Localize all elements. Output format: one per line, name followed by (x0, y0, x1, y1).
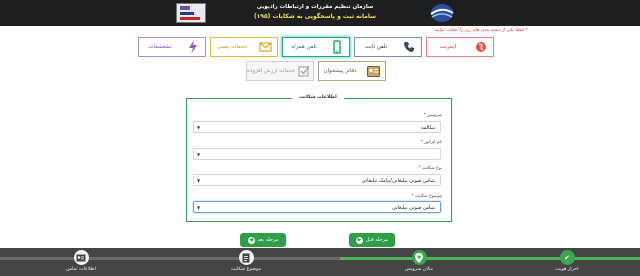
chevron-down-icon: ▼ (197, 178, 201, 183)
mail-icon (253, 38, 277, 56)
document-icon (238, 250, 254, 265)
step-contact-info-label: اطلاعات تماس (66, 267, 96, 272)
complaint-subject-select[interactable]: تماس صوتی تبلیغاتی ▼ (193, 201, 441, 213)
complaint-info-legend: اطلاعات شکایت (292, 95, 344, 100)
step-service-location-label: مکان سرویس (404, 267, 434, 272)
category-internet-label: اینترنت (439, 44, 457, 50)
chevron-down-icon: ▼ (197, 152, 201, 157)
category-postal-label: خدمات پستی (216, 44, 248, 50)
category-internet[interactable]: اینترنت (426, 37, 494, 57)
previous-step-button[interactable]: ▶ مرحله قبل (349, 233, 395, 247)
system-title: سامانه ثبت و پاسخگویی به شکایات (۱۹۵) (253, 13, 377, 20)
chevron-down-icon: ▼ (197, 205, 201, 210)
id-card-icon (361, 62, 385, 80)
arrow-left-icon: ◀ (247, 236, 255, 244)
category-offices[interactable]: دفاتر پیشخوان (318, 61, 386, 81)
check-icon: ✔ (559, 250, 575, 265)
previous-step-label: مرحله قبل (365, 237, 389, 243)
service-select[interactable]: مکالمه ▼ (193, 121, 441, 133)
category-mobile[interactable]: تلفن همراه (282, 37, 350, 57)
step-complaint-subject-label: موضوع شکایت (230, 267, 262, 272)
arrow-right-icon: ▶ (355, 236, 363, 244)
progress-steps-bar: ✔ احراز هویت مکان سرویس موضوع شکایت اطلا… (0, 248, 640, 276)
category-instruction: * لطفا یکی از دسته بندی های زیر را انتخا… (431, 28, 528, 33)
category-mobile-label: تلفن همراه (291, 44, 317, 50)
service-value: مکالمه (420, 125, 435, 131)
category-broadcast-label: تشعشعات (148, 44, 172, 50)
category-landline-label: تلفن ثابت (364, 44, 388, 50)
category-postal[interactable]: خدمات پستی (210, 37, 278, 57)
next-step-button[interactable]: ◀ مرحله بعد (240, 233, 286, 247)
category-offices-label: دفاتر پیشخوان (323, 68, 357, 74)
step-service-location: مکان سرویس (389, 250, 449, 272)
category-landline[interactable]: تلفن ثابت (354, 37, 422, 57)
complaint-type-select[interactable]: تماس صوتی تبلیغاتی/پیامک تبلیغاتی ▼ (193, 174, 441, 186)
globe-wave-logo (430, 4, 454, 22)
site-header: سازمان تنظیم مقررات و ارتباطات رادیویی س… (0, 0, 640, 26)
complaint-type-value: تماس صوتی تبلیغاتی/پیامک تبلیغاتی (361, 178, 435, 184)
globe-icon (469, 38, 493, 56)
org-title: سازمان تنظیم مقررات و ارتباطات رادیویی (256, 4, 374, 10)
service-label: سرویس * (423, 113, 442, 118)
complaint-type-label: نوع شکایت * (418, 166, 442, 171)
category-value-added-services[interactable]: خدمات ارزش افزوده (246, 61, 314, 81)
checkbox-icon (295, 62, 313, 80)
lightning-icon (181, 38, 205, 56)
step-authentication: ✔ احراز هویت (537, 250, 597, 272)
category-broadcast[interactable]: تشعشعات (138, 37, 206, 57)
step-authentication-label: احراز هویت (555, 267, 579, 272)
map-pin-icon (411, 250, 427, 265)
phone-icon (397, 38, 421, 56)
contact-card-icon (73, 250, 89, 265)
complaint-subject-label: موضوع شکایت * (411, 194, 442, 199)
next-step-label: مرحله بعد (257, 237, 279, 243)
complaint-subject-value: تماس صوتی تبلیغاتی (391, 205, 435, 211)
operator-select[interactable]: ▼ (193, 148, 441, 160)
category-vas-label: خدمات ارزش افزوده (247, 68, 296, 74)
step-contact-info: اطلاعات تماس (51, 250, 111, 272)
cra-flag-logo (176, 3, 206, 23)
mobile-icon (325, 38, 349, 56)
chevron-down-icon: ▼ (197, 125, 201, 130)
step-complaint-subject: موضوع شکایت (216, 250, 276, 272)
operator-label: نام اپراتور * (420, 140, 443, 145)
